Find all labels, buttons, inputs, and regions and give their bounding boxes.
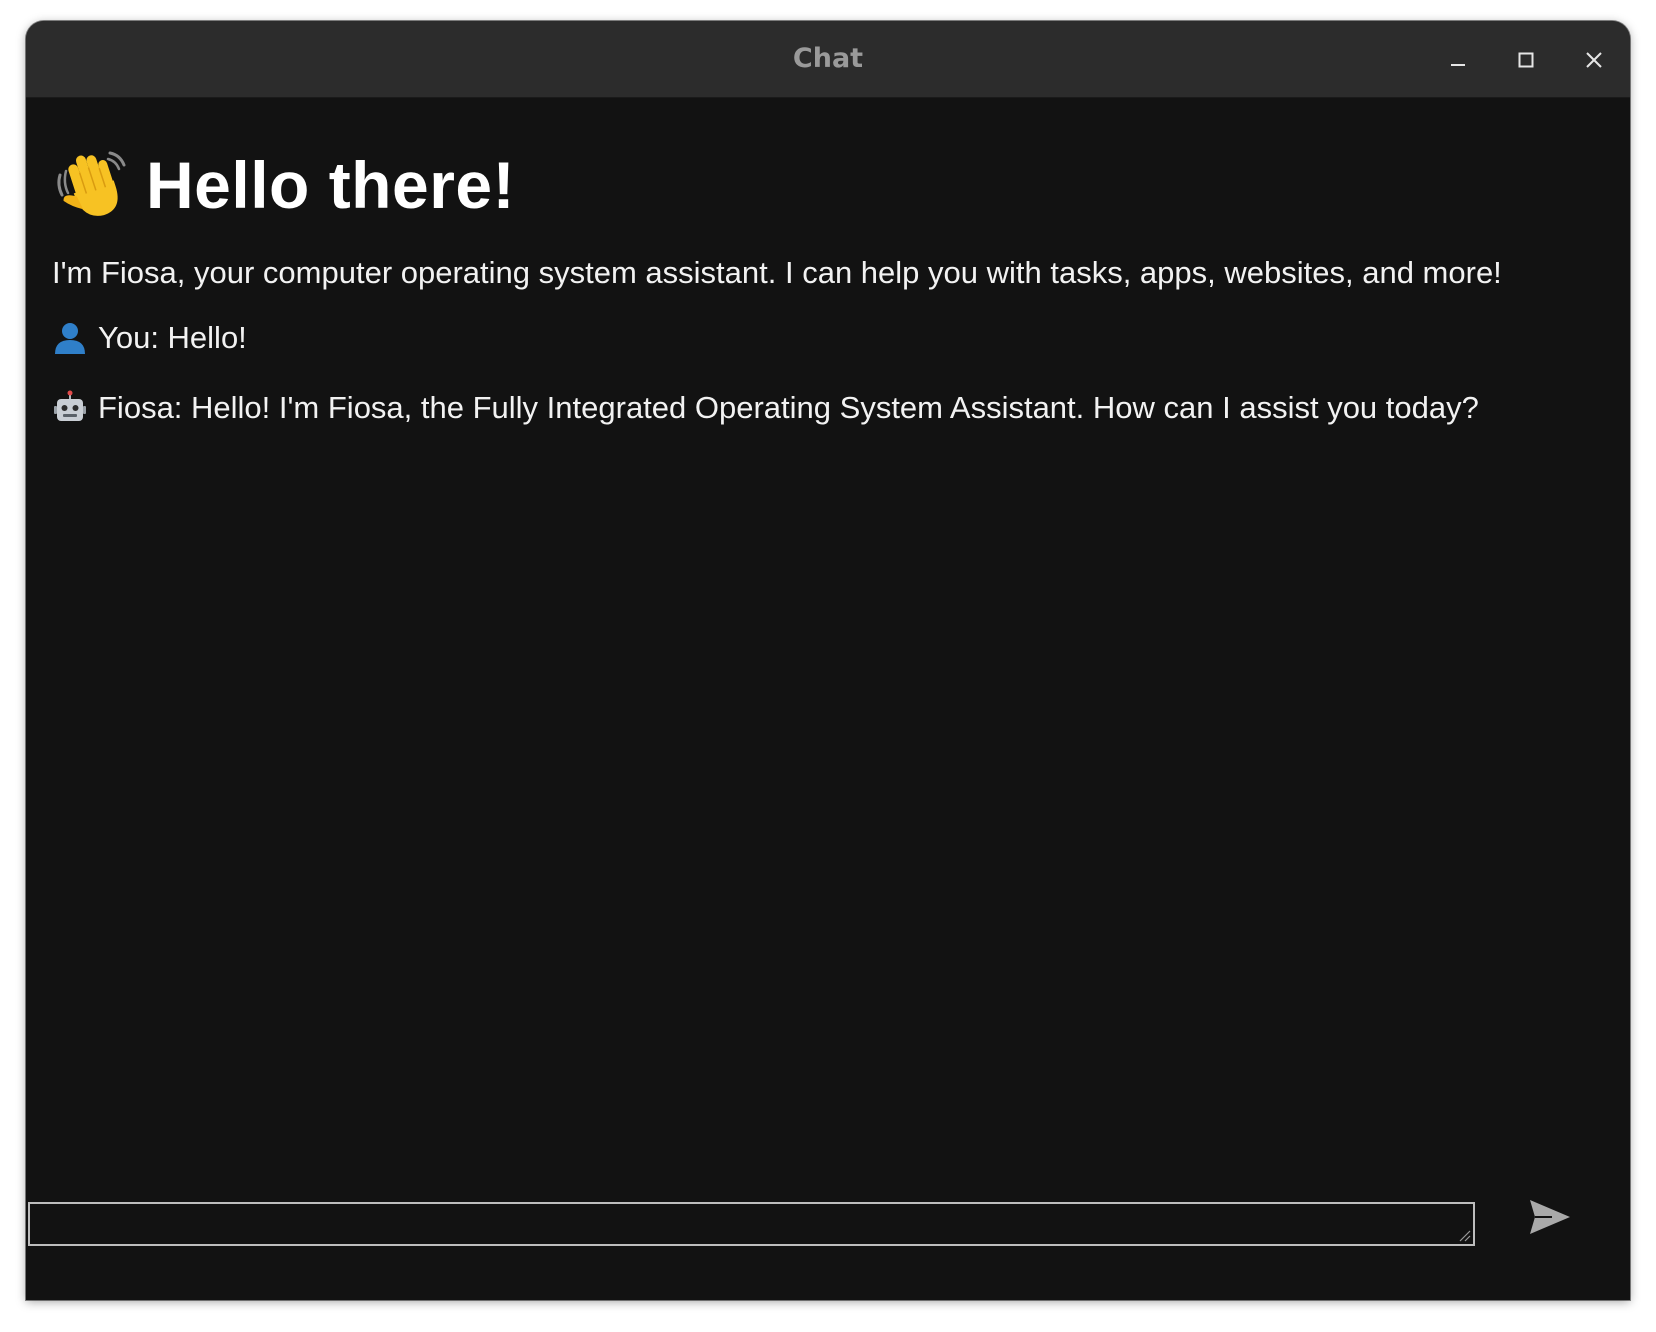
chat-window: Chat Hello there! I'm Fiosa, your comput…: [26, 21, 1630, 1300]
user-icon: [55, 323, 85, 354]
send-icon: [1530, 1200, 1570, 1234]
waving-hand-icon: [57, 151, 126, 216]
minimize-icon: [1451, 64, 1465, 66]
maximize-button[interactable]: [1509, 43, 1543, 77]
minimize-button[interactable]: [1441, 43, 1475, 77]
message-assistant-text: Fiosa: Hello! I'm Fiosa, the Fully Integ…: [98, 390, 1479, 425]
message-user-text: You: Hello!: [98, 320, 247, 355]
close-icon: [1586, 52, 1602, 68]
robot-icon: [54, 390, 86, 421]
greeting-text: Hello there!: [146, 148, 516, 222]
send-button[interactable]: [1526, 1195, 1574, 1239]
title-bar[interactable]: Chat: [26, 21, 1630, 98]
intro-text: I'm Fiosa, your computer operating syste…: [52, 255, 1502, 290]
window-title: Chat: [792, 43, 864, 74]
close-button[interactable]: [1577, 43, 1611, 77]
chat-content: Hello there! I'm Fiosa, your computer op…: [26, 98, 1630, 1198]
resize-grip-icon[interactable]: [1459, 1230, 1471, 1242]
greeting-heading: Hello there!: [54, 140, 515, 230]
message-input[interactable]: [28, 1202, 1475, 1246]
maximize-icon: [1518, 52, 1534, 68]
message-user: You: Hello!: [52, 320, 247, 356]
message-assistant: Fiosa: Hello! I'm Fiosa, the Fully Integ…: [52, 390, 1479, 426]
